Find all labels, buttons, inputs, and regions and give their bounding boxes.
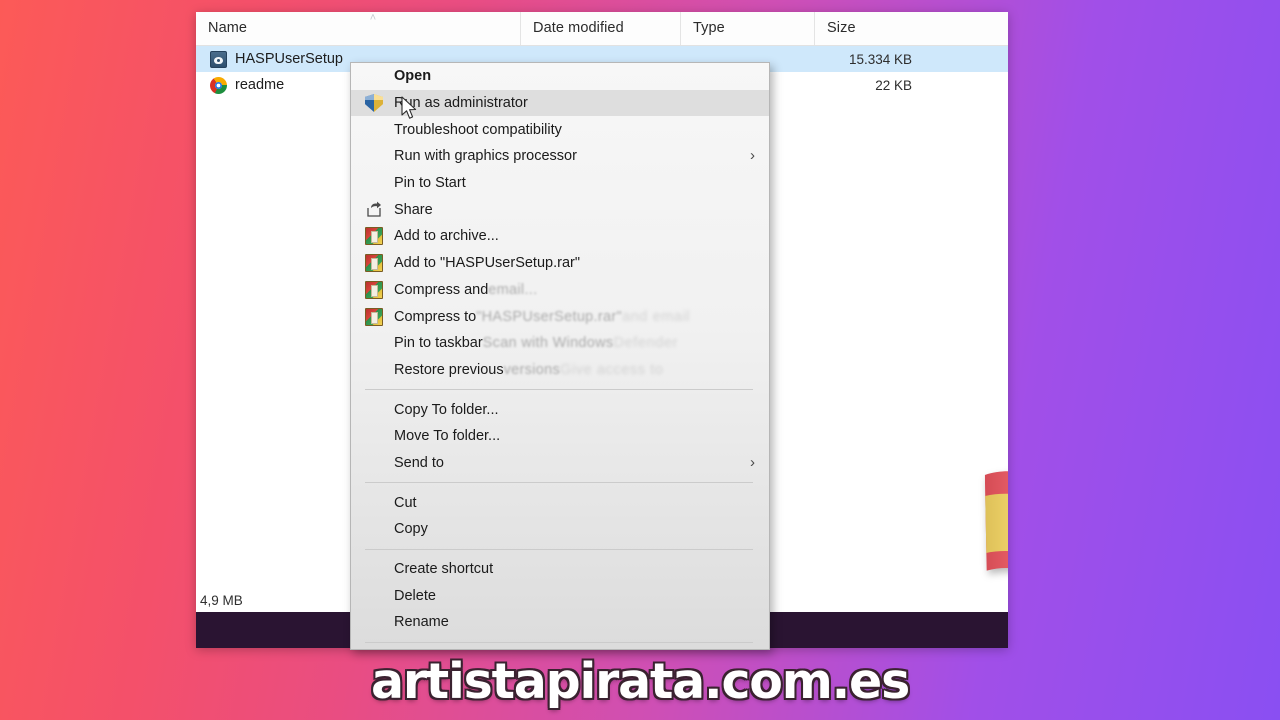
winrar-icon xyxy=(365,307,383,326)
menu-item-ghost-text: "HASPUserSetup.rar" xyxy=(476,308,622,325)
menu-item-send-to[interactable]: Send to › xyxy=(351,450,769,477)
file-size-cell: 15.334 KB xyxy=(848,51,912,67)
watermark-text: artistapirata.com.es xyxy=(370,653,910,710)
menu-item-label: Add to "HASPUserSetup.rar" xyxy=(394,255,580,272)
menu-item-pin-to-start[interactable]: Pin to Start xyxy=(351,170,769,197)
menu-item-create-shortcut[interactable]: Create shortcut xyxy=(351,556,769,583)
context-menu: Open Run as administrator Troubleshoot com… xyxy=(350,62,770,650)
menu-item-properties[interactable]: Properties xyxy=(351,649,769,650)
menu-item-label: Add to archive... xyxy=(394,228,499,245)
menu-item-label: Send to xyxy=(394,454,444,471)
menu-item-delete[interactable]: Delete xyxy=(351,582,769,609)
menu-item-troubleshoot-compatibility[interactable]: Troubleshoot compatibility xyxy=(351,116,769,143)
menu-item-compress-to[interactable]: Compress to "HASPUserSetup.rar" and email xyxy=(351,303,769,330)
column-header-date-label: Date modified xyxy=(533,20,624,36)
menu-item-add-to-haspusersetup-rar[interactable]: Add to "HASPUserSetup.rar" xyxy=(351,250,769,277)
column-header-type-label: Type xyxy=(693,20,725,36)
status-size-label: 4,9 MB xyxy=(200,592,243,608)
menu-item-compress-and[interactable]: Compress and email... xyxy=(351,277,769,304)
winrar-icon xyxy=(365,280,383,299)
menu-item-cut[interactable]: Cut xyxy=(351,489,769,516)
menu-item-run-with-graphics-processor[interactable]: Run with graphics processor › xyxy=(351,143,769,170)
menu-item-ghost-text-2: and email xyxy=(621,308,691,325)
column-header-name[interactable]: Name ˄ xyxy=(196,12,520,45)
menu-item-label: Run as administrator xyxy=(394,95,528,112)
menu-separator xyxy=(365,482,753,484)
menu-item-label: Pin to Start xyxy=(394,175,466,192)
menu-item-ghost-text: versions xyxy=(503,361,561,378)
share-icon xyxy=(365,201,383,219)
menu-item-share[interactable]: Share xyxy=(351,196,769,223)
menu-item-label: Pin to taskbar xyxy=(394,335,483,352)
menu-item-label: Copy To folder... xyxy=(394,401,499,418)
menu-item-copy[interactable]: Copy xyxy=(351,516,769,543)
menu-item-ghost-text-2: Defender xyxy=(613,335,678,352)
column-header-bar: Name ˄ Date modified Type Size xyxy=(196,12,1008,46)
menu-item-ghost-text: Scan with Windows xyxy=(482,335,614,352)
menu-item-add-to-archive[interactable]: Add to archive... xyxy=(351,223,769,250)
menu-item-label: Run with graphics processor xyxy=(394,148,577,165)
menu-item-pin-to-taskbar[interactable]: Pin to taskbar Scan with Windows Defender xyxy=(351,330,769,357)
chevron-right-icon: › xyxy=(750,453,755,471)
column-header-date-modified[interactable]: Date modified xyxy=(520,12,680,45)
installer-icon xyxy=(210,50,227,68)
menu-item-move-to-folder[interactable]: Move To folder... xyxy=(351,423,769,450)
menu-item-label: Move To folder... xyxy=(394,428,501,445)
menu-separator xyxy=(365,548,753,550)
chevron-right-icon: › xyxy=(750,147,755,165)
menu-item-ghost-text-2: Give access to xyxy=(560,361,664,378)
menu-item-label: Delete xyxy=(394,587,436,604)
menu-item-copy-to-folder[interactable]: Copy To folder... xyxy=(351,396,769,423)
menu-item-label: Open xyxy=(394,68,432,85)
chrome-icon xyxy=(210,76,227,94)
file-name-label: readme xyxy=(235,77,285,93)
menu-item-label: Copy xyxy=(394,521,428,538)
column-header-size-label: Size xyxy=(827,20,856,36)
menu-item-ghost-text: email... xyxy=(488,281,538,298)
sort-ascending-icon: ˄ xyxy=(369,12,377,24)
menu-item-label: Compress to xyxy=(394,308,477,325)
menu-item-label: Troubleshoot compatibility xyxy=(394,121,562,138)
menu-item-open[interactable]: Open xyxy=(351,63,769,90)
spain-flag-graphic xyxy=(984,470,1008,573)
column-header-type[interactable]: Type xyxy=(680,12,814,45)
menu-separator xyxy=(365,389,753,391)
file-size-cell: 22 KB xyxy=(875,77,912,93)
winrar-icon xyxy=(365,227,383,246)
file-name-label: HASPUserSetup xyxy=(235,51,343,67)
menu-item-rename[interactable]: Rename xyxy=(351,609,769,636)
column-header-name-label: Name xyxy=(208,20,248,36)
menu-item-run-as-administrator[interactable]: Run as administrator xyxy=(351,89,769,117)
menu-item-label: Restore previous xyxy=(394,361,504,378)
menu-item-label: Rename xyxy=(394,614,449,631)
winrar-icon xyxy=(365,254,383,273)
menu-separator xyxy=(365,641,753,643)
menu-item-label: Compress and xyxy=(394,281,489,298)
menu-item-restore-previous[interactable]: Restore previous versions Give access to xyxy=(351,357,769,384)
column-header-size[interactable]: Size xyxy=(814,12,924,45)
menu-item-label: Cut xyxy=(394,494,417,511)
menu-item-label: Create shortcut xyxy=(394,561,494,578)
